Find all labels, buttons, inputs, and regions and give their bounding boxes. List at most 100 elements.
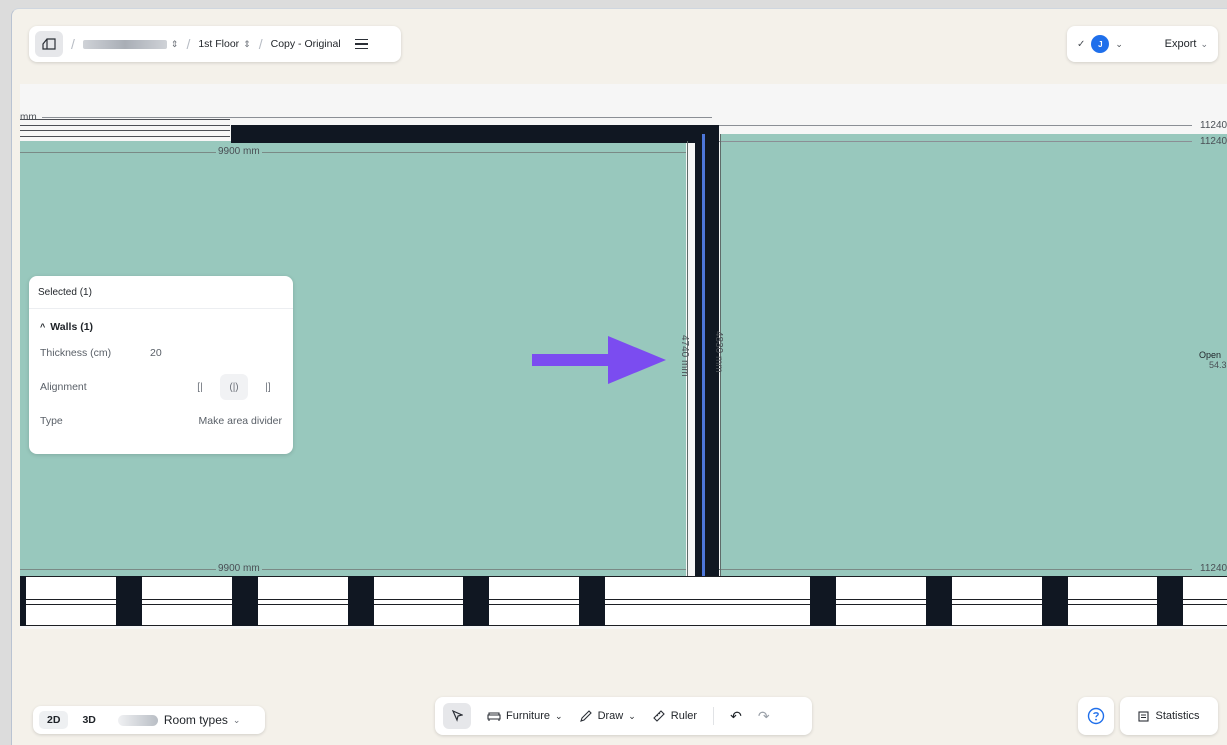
- app-window: mm 11240 11240 9900 mm 9900 mm 11240 474…: [11, 8, 1227, 745]
- chevron-down-icon: ⌄: [1115, 38, 1123, 49]
- statistics-label: Statistics: [1155, 710, 1200, 722]
- pillar[interactable]: [463, 576, 489, 626]
- undo-icon[interactable]: ↶: [730, 708, 742, 725]
- draw-label: Draw: [597, 710, 624, 722]
- pillar[interactable]: [810, 576, 836, 626]
- outline-line: [20, 136, 230, 137]
- chevron-up-icon: ^: [40, 322, 46, 332]
- clipboard-icon: [1138, 711, 1150, 722]
- section-title: Walls (1): [50, 321, 94, 333]
- tools-bar: Furniture ⌄ Draw ⌄ Ruler ↶ ↷: [435, 697, 812, 735]
- room-right[interactable]: [720, 134, 1227, 577]
- chevron-down-icon: ⌄: [1200, 38, 1208, 49]
- updown-chevron-icon: ⇕: [243, 38, 251, 49]
- dimension-line: [712, 569, 1192, 570]
- avatar[interactable]: J: [1091, 35, 1110, 53]
- dimension-label-right-bottom: 11240: [1200, 563, 1227, 574]
- thickness-input[interactable]: 20: [150, 347, 162, 359]
- type-row: Type Make area divider: [40, 404, 282, 438]
- version-selector[interactable]: Copy - Original: [271, 38, 341, 50]
- alignment-label: Alignment: [40, 381, 87, 393]
- ruler-icon: [653, 710, 665, 722]
- house-icon: [42, 38, 56, 50]
- furniture-label: Furniture: [506, 710, 551, 722]
- wall-selected[interactable]: [695, 125, 719, 625]
- toolbar-divider: [713, 707, 715, 725]
- thickness-label: Thickness (cm): [40, 347, 112, 359]
- statistics-button[interactable]: Statistics: [1120, 697, 1218, 735]
- selection-panel: Selected (1) ^ Walls (1) Thickness (cm) …: [29, 276, 293, 454]
- pillar[interactable]: [1157, 576, 1183, 626]
- pillar[interactable]: [348, 576, 374, 626]
- chevron-down-icon: ⌄: [555, 710, 563, 721]
- draw-button[interactable]: Draw ⌄: [579, 709, 636, 723]
- make-area-divider-button[interactable]: Make area divider: [199, 415, 282, 427]
- breadcrumb-separator: /: [258, 36, 263, 52]
- type-label: Type: [40, 415, 63, 427]
- breadcrumb-separator: /: [186, 36, 191, 52]
- dimension-line: [712, 141, 1192, 142]
- project-selector[interactable]: ⇕: [82, 38, 179, 50]
- outline-line: [20, 119, 230, 120]
- dimension-label-top-left: mm: [20, 112, 37, 123]
- chevron-down-icon: ⌄: [628, 710, 636, 721]
- breadcrumb: / ⇕ / 1st Floor ⇕ / Copy - Original: [29, 26, 401, 62]
- export-label: Export: [1164, 38, 1197, 50]
- home-button[interactable]: [35, 31, 63, 57]
- arrow-icon: [532, 336, 666, 384]
- room-types-label: Room types: [163, 713, 228, 727]
- topbar-actions: ✓ J ⌄ Export ⌄: [1067, 26, 1218, 62]
- thickness-row: Thickness (cm) 20: [40, 346, 282, 360]
- dimension-label-right-top-2: 11240: [1200, 136, 1227, 147]
- room-name: Open: [1199, 350, 1222, 360]
- updown-chevron-icon: ⇕: [170, 38, 179, 49]
- room-types-dropdown[interactable]: Room types ⌄: [164, 713, 241, 727]
- dimension-label-wall-right: 4830 mm: [713, 331, 724, 373]
- pillar[interactable]: [926, 576, 952, 626]
- dimension-line: [20, 569, 686, 570]
- account-menu[interactable]: ✓ J ⌄: [1077, 35, 1123, 53]
- tab-3d[interactable]: 3D: [74, 711, 103, 729]
- dimension-line: [20, 152, 686, 153]
- hamburger-menu-icon[interactable]: [354, 38, 368, 50]
- walls-section-toggle[interactable]: ^ Walls (1): [40, 321, 282, 333]
- pillar[interactable]: [232, 576, 258, 626]
- ruler-label: Ruler: [670, 710, 698, 722]
- chevron-down-icon: ⌄: [232, 714, 241, 725]
- dimension-line: [42, 117, 712, 118]
- dimension-label-top: 9900 mm: [216, 146, 262, 157]
- room-label-right[interactable]: Open 54.3: [1199, 350, 1227, 370]
- select-tool-button[interactable]: [443, 703, 471, 729]
- export-button[interactable]: Export ⌄: [1165, 38, 1208, 50]
- wall-selection-outline: [702, 134, 705, 599]
- pillar[interactable]: [20, 576, 26, 626]
- help-button[interactable]: [1078, 697, 1114, 735]
- breadcrumb-separator: /: [71, 36, 75, 52]
- dimension-label-right-top: 11240: [1200, 120, 1227, 131]
- redo-icon[interactable]: ↷: [758, 708, 770, 725]
- dimension-label-bottom: 9900 mm: [216, 563, 262, 574]
- floor-label: 1st Floor: [198, 38, 240, 50]
- floor-selector[interactable]: 1st Floor ⇕: [198, 38, 250, 50]
- furniture-button[interactable]: Furniture ⌄: [487, 710, 563, 722]
- pillar[interactable]: [579, 576, 605, 626]
- align-center-icon[interactable]: (|): [220, 374, 248, 400]
- cursor-icon: [451, 710, 463, 722]
- alignment-row: Alignment [| (|) |]: [40, 370, 282, 404]
- tab-2d[interactable]: 2D: [39, 711, 69, 729]
- align-left-icon[interactable]: [|: [186, 374, 214, 400]
- outline-line: [20, 130, 230, 131]
- align-right-icon[interactable]: |]: [254, 374, 282, 400]
- room-types-toggle[interactable]: [117, 714, 158, 726]
- room-area: 54.3: [1209, 360, 1227, 370]
- panel-header: Selected (1): [29, 276, 293, 309]
- sofa-icon: [487, 712, 501, 721]
- wall-top[interactable]: [231, 125, 716, 143]
- pillar[interactable]: [1042, 576, 1068, 626]
- pillar[interactable]: [116, 576, 142, 626]
- ruler-button[interactable]: Ruler: [652, 709, 697, 723]
- version-label: Copy - Original: [270, 38, 341, 50]
- alignment-options: [| (|) |]: [186, 374, 282, 400]
- project-name-redacted: [82, 39, 167, 49]
- help-icon: [1087, 707, 1105, 725]
